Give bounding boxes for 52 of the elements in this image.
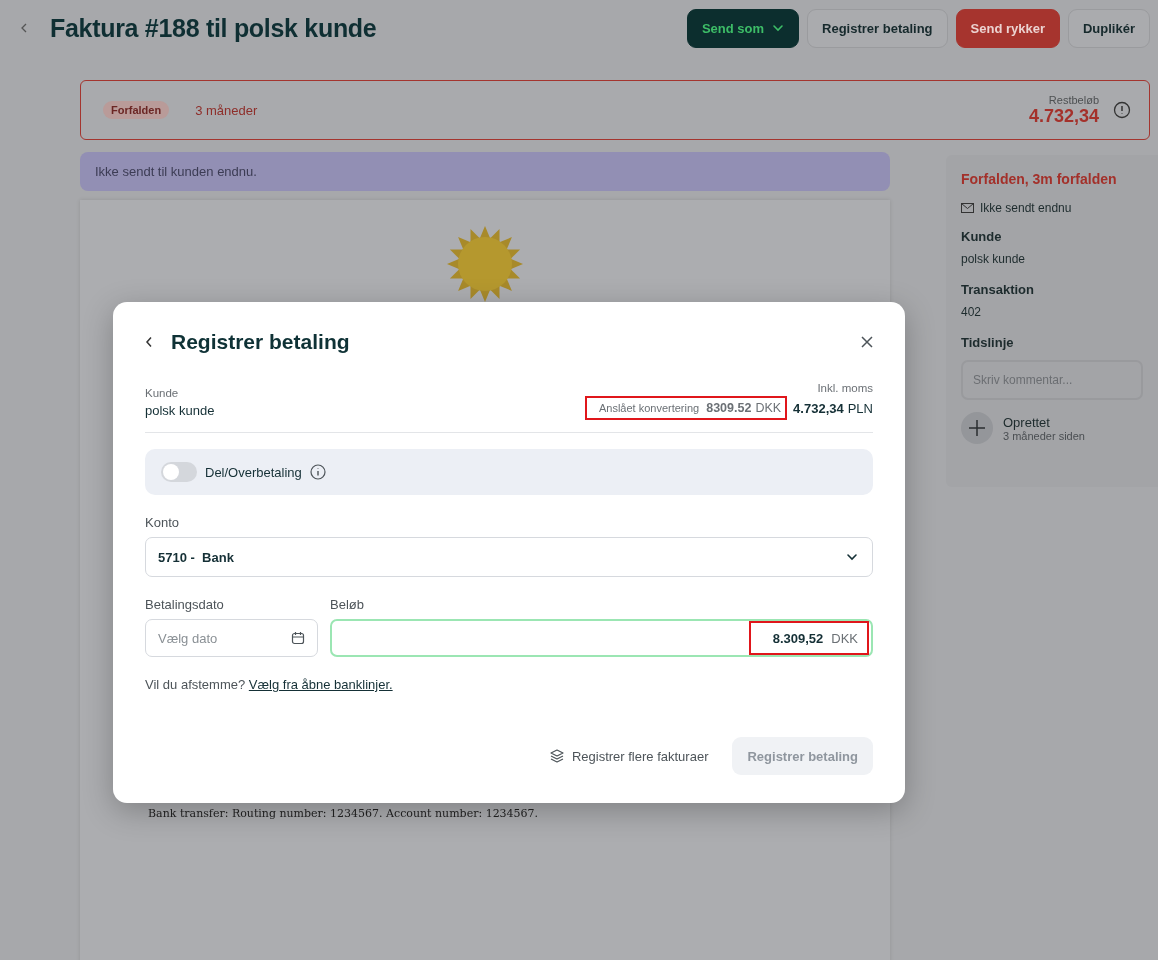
field-label: Beløb bbox=[330, 597, 365, 612]
total-amount: 4.732,34 bbox=[793, 400, 844, 416]
amount-field[interactable]: 8.309,52 DKK bbox=[330, 619, 873, 657]
overdue-age: 3 måneder bbox=[195, 102, 259, 118]
sent-status: Ikke sendt endnu bbox=[980, 201, 1072, 215]
reconcile-prompt: Vil du afstemme? bbox=[145, 677, 246, 692]
send-dropdown-button[interactable]: Send som bbox=[686, 8, 799, 48]
chevron-down-icon bbox=[772, 24, 784, 32]
action-button[interactable]: Send rykker bbox=[955, 8, 1060, 48]
chevron-down-icon bbox=[846, 553, 858, 561]
bank-transfer-note: Bank transfer: Routing number: 1234567. Account number: 1234567. bbox=[148, 807, 539, 820]
close-icon[interactable] bbox=[861, 336, 873, 348]
envelope-icon bbox=[961, 203, 974, 213]
back-chevron-icon[interactable] bbox=[145, 336, 153, 348]
section-value: polsk kunde bbox=[961, 252, 1027, 266]
conversion-amount: 8309.52 bbox=[706, 401, 752, 415]
plus-icon bbox=[961, 412, 993, 444]
date-field[interactable]: Vælg dato bbox=[145, 619, 318, 657]
total-currency: PLN bbox=[847, 400, 873, 416]
event-time: 3 måneder siden bbox=[1003, 429, 1085, 442]
modal-title: Registrer betaling bbox=[171, 330, 351, 354]
page-title: Faktura #188 til polsk kunde bbox=[50, 13, 378, 43]
customer-name: polsk kunde bbox=[145, 403, 215, 418]
section-heading: Kunde bbox=[961, 229, 1003, 244]
customer-label: Kunde bbox=[145, 387, 180, 399]
account-select[interactable]: 5710 - Bank bbox=[145, 537, 873, 577]
total-label: Inkl. moms bbox=[817, 382, 873, 394]
conversion-currency: DKK bbox=[755, 401, 782, 415]
action-button[interactable]: Registrer betaling bbox=[807, 8, 948, 48]
info-icon[interactable] bbox=[1113, 101, 1131, 119]
calendar-icon bbox=[291, 631, 305, 645]
overdue-badge: Forfalden bbox=[103, 101, 170, 119]
invoice-status: Forfalden, 3m forfalden bbox=[961, 171, 1118, 187]
conversion-label: Anslået konvertering bbox=[598, 402, 700, 414]
section-heading: Transaktion bbox=[961, 282, 1035, 297]
amount-value: 8.309,52 bbox=[772, 630, 824, 646]
section-value: 402 bbox=[961, 305, 983, 319]
timeline-heading: Tidslinje bbox=[961, 335, 1015, 350]
layers-icon bbox=[549, 749, 564, 763]
field-label: Konto bbox=[145, 515, 180, 530]
bank-lines-link[interactable]: Vælg fra åbne banklinjer. bbox=[248, 677, 393, 692]
toggle-label: Del/Overbetaling bbox=[205, 464, 302, 480]
toggle-switch[interactable] bbox=[161, 462, 197, 482]
remaining-label: Restbeløb bbox=[1048, 93, 1099, 106]
field-label: Betalingsdato bbox=[145, 597, 225, 612]
not-sent-banner: Ikke sendt til kunden endnu. bbox=[80, 152, 890, 191]
info-icon[interactable] bbox=[309, 464, 326, 480]
remaining-amount: 4.732,34 bbox=[1028, 105, 1099, 127]
action-button[interactable]: Duplikér bbox=[1068, 8, 1150, 48]
amount-currency: DKK bbox=[831, 630, 858, 646]
register-multiple-button[interactable]: Registrer flere fakturaer bbox=[549, 748, 709, 764]
event-title: Oprettet bbox=[1003, 414, 1050, 430]
